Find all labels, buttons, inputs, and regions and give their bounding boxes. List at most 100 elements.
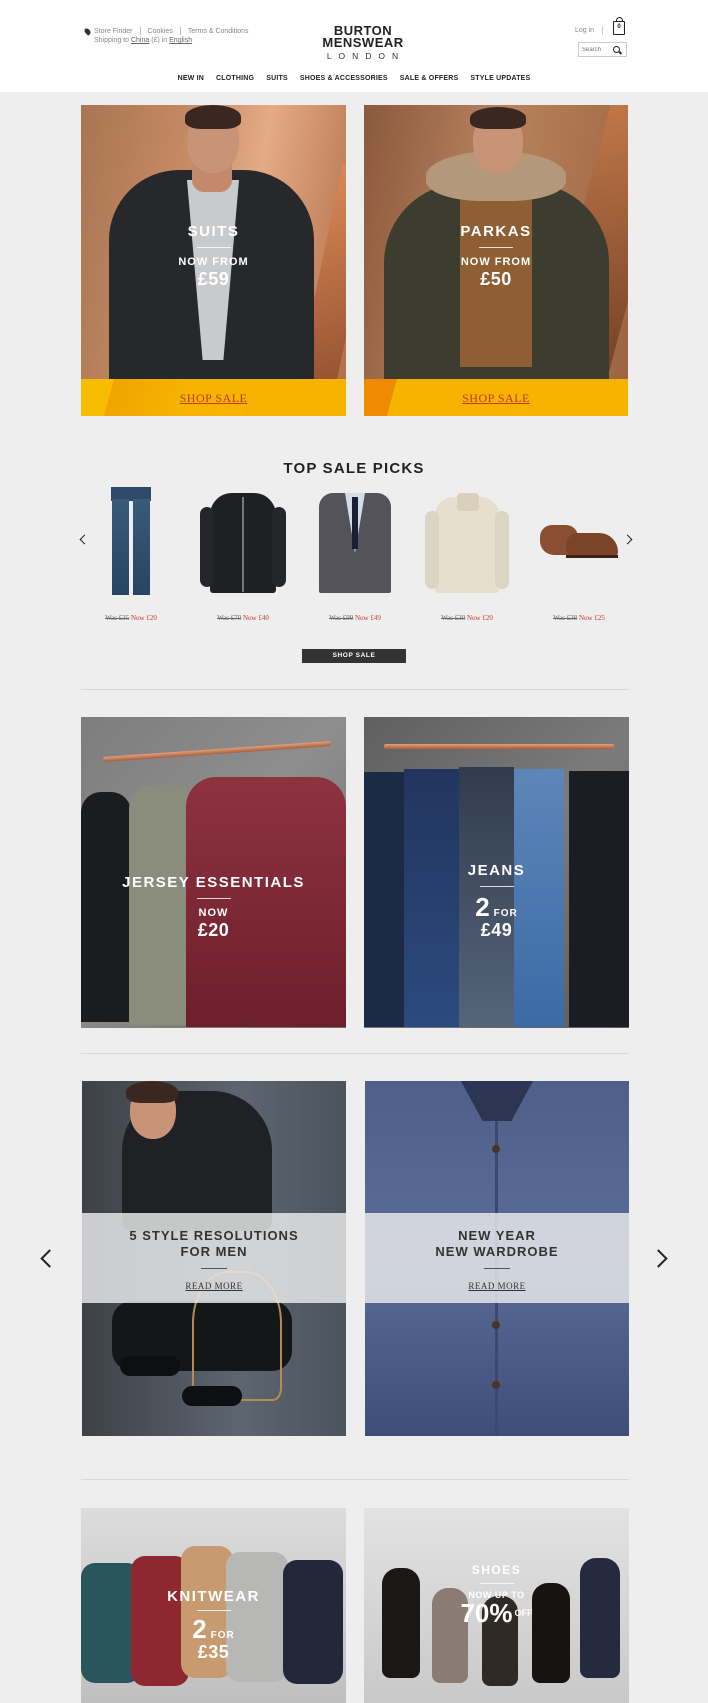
search-box[interactable] bbox=[578, 42, 627, 57]
discount-percent: 70% bbox=[460, 1598, 513, 1628]
was-price: Was £70 bbox=[217, 614, 242, 622]
shop-sale-link[interactable]: SHOP SALE bbox=[180, 391, 248, 405]
product-card[interactable]: Was £38 Now £25 bbox=[529, 485, 629, 625]
multibuy-for: FOR bbox=[210, 1630, 235, 1641]
shop-sale-band: SHOP SALE bbox=[364, 379, 628, 416]
brogue-boots-image bbox=[536, 515, 622, 575]
logo-line-3: LONDON bbox=[326, 51, 406, 61]
shop-sale-link[interactable]: SHOP SALE bbox=[462, 391, 530, 405]
divider bbox=[139, 27, 141, 35]
multibuy-count: 2 bbox=[475, 892, 490, 922]
chevron-left-icon[interactable] bbox=[40, 1249, 59, 1268]
was-price: Was £99 bbox=[329, 614, 354, 622]
article-band: 5 STYLE RESOLUTIONS FOR MEN READ MORE bbox=[82, 1213, 346, 1303]
price-line: Was £99 Now £49 bbox=[305, 614, 405, 622]
promo-now: NOW bbox=[198, 907, 229, 919]
promo-title: JEANS bbox=[467, 862, 526, 879]
divider bbox=[179, 27, 181, 35]
now-price: Now £49 bbox=[355, 614, 381, 622]
product-card[interactable]: Was £35 Now £20 bbox=[81, 485, 181, 625]
main-nav: NEW IN CLOTHING SUITS SHOES & ACCESSORIE… bbox=[0, 75, 708, 82]
nav-clothing[interactable]: CLOTHING bbox=[216, 75, 254, 82]
cookies-link[interactable]: Cookies bbox=[148, 28, 173, 35]
promo-price: £35 bbox=[197, 1642, 230, 1662]
promo-text: JEANS 2 FOR £49 bbox=[364, 862, 629, 941]
hero-text: PARKAS NOW FROM £50 bbox=[364, 223, 628, 290]
promo-tile-shoes[interactable]: SHOES NOW UP TO 70% OFF bbox=[364, 1508, 629, 1703]
hero-price: £50 bbox=[480, 269, 512, 289]
logo-line-2: MENSWEAR bbox=[322, 35, 404, 50]
promo-tile-knitwear[interactable]: KNITWEAR 2 FOR £35 bbox=[81, 1508, 346, 1703]
product-card[interactable]: Was £30 Now £20 bbox=[417, 485, 517, 625]
shipping-country-link[interactable]: China bbox=[131, 37, 149, 44]
now-price: Now £20 bbox=[467, 614, 493, 622]
now-price: Now £40 bbox=[243, 614, 269, 622]
multibuy-for: FOR bbox=[493, 908, 518, 919]
price-line: Was £38 Now £25 bbox=[529, 614, 629, 622]
suit-jacket-image bbox=[315, 489, 395, 595]
product-card[interactable]: Was £99 Now £49 bbox=[305, 485, 405, 625]
nav-shoes-accessories[interactable]: SHOES & ACCESSORIES bbox=[300, 75, 388, 82]
hero-title: PARKAS bbox=[460, 223, 532, 240]
login-link[interactable]: Log in bbox=[575, 27, 594, 34]
utility-links: Store Finder Cookies Terms & Conditions bbox=[83, 26, 249, 36]
multibuy: 2 FOR bbox=[364, 892, 629, 922]
promo-tile-jersey[interactable]: JERSEY ESSENTIALS NOW £20 bbox=[81, 717, 346, 1028]
article-title-line-2: FOR MEN bbox=[180, 1244, 248, 1259]
jeans-image bbox=[111, 487, 151, 595]
price-line: Was £35 Now £20 bbox=[81, 614, 181, 622]
section-divider bbox=[81, 1479, 629, 1480]
promo-title: KNITWEAR bbox=[167, 1588, 260, 1605]
read-more-link[interactable]: READ MORE bbox=[468, 1281, 525, 1291]
search-icon[interactable] bbox=[613, 46, 620, 53]
nav-sale-offers[interactable]: SALE & OFFERS bbox=[400, 75, 459, 82]
article-tile-new-wardrobe[interactable]: NEW YEAR NEW WARDROBE READ MORE bbox=[365, 1081, 629, 1436]
now-price: Now £20 bbox=[131, 614, 157, 622]
promo-price: £20 bbox=[197, 920, 230, 940]
knit-jumper-image bbox=[425, 489, 509, 595]
collar-shape bbox=[461, 1081, 533, 1121]
site-logo[interactable]: BURTON MENSWEAR LONDON bbox=[318, 24, 408, 61]
product-card[interactable]: Was £70 Now £40 bbox=[193, 485, 293, 625]
button-shape bbox=[492, 1145, 500, 1153]
shipping-language-link[interactable]: English bbox=[169, 37, 192, 44]
nav-suits[interactable]: SUITS bbox=[266, 75, 288, 82]
article-title-line-1: 5 STYLE RESOLUTIONS bbox=[129, 1228, 299, 1243]
shopping-bag-icon[interactable]: 0 bbox=[613, 17, 625, 35]
price-line: Was £70 Now £40 bbox=[193, 614, 293, 622]
promo-price: £49 bbox=[480, 920, 513, 940]
store-finder-link[interactable]: Store Finder bbox=[94, 28, 133, 35]
shop-sale-button[interactable]: SHOP SALE bbox=[302, 649, 406, 663]
hero-now-from: NOW FROM bbox=[178, 256, 249, 268]
divider bbox=[479, 886, 514, 887]
hero-tile-parkas[interactable]: PARKAS NOW FROM £50 SHOP SALE bbox=[364, 105, 628, 416]
was-price: Was £38 bbox=[553, 614, 578, 622]
section-divider bbox=[81, 1053, 629, 1054]
nav-new-in[interactable]: NEW IN bbox=[178, 75, 204, 82]
shipping-currency: (£) in bbox=[151, 37, 168, 44]
promo-text: JERSEY ESSENTIALS NOW £20 bbox=[81, 874, 346, 941]
terms-link[interactable]: Terms & Conditions bbox=[188, 28, 249, 35]
promo-tile-jeans[interactable]: JEANS 2 FOR £49 bbox=[364, 717, 629, 1028]
article-tile-style-resolutions[interactable]: 5 STYLE RESOLUTIONS FOR MEN READ MORE bbox=[82, 1081, 346, 1436]
read-more-link[interactable]: READ MORE bbox=[185, 1281, 242, 1291]
hair-shape bbox=[185, 105, 241, 129]
article-title-line-2: NEW WARDROBE bbox=[435, 1244, 559, 1259]
shipping-label: Shipping to bbox=[94, 37, 130, 44]
hero-text: SUITS NOW FROM £59 bbox=[81, 223, 346, 290]
discount-off: OFF bbox=[514, 1608, 533, 1618]
divider bbox=[196, 247, 231, 248]
nav-style-updates[interactable]: STYLE UPDATES bbox=[470, 75, 530, 82]
search-input[interactable] bbox=[582, 45, 612, 54]
now-price: Now £25 bbox=[579, 614, 605, 622]
article-band: NEW YEAR NEW WARDROBE READ MORE bbox=[365, 1213, 629, 1303]
divider bbox=[484, 1268, 510, 1269]
chevron-right-icon[interactable] bbox=[649, 1249, 668, 1268]
divider bbox=[196, 1610, 231, 1611]
promo-title: JERSEY ESSENTIALS bbox=[122, 874, 305, 891]
hero-tile-suits[interactable]: SUITS NOW FROM £59 SHOP SALE bbox=[81, 105, 346, 416]
bomber-jacket-image bbox=[200, 489, 286, 595]
section-divider bbox=[81, 689, 629, 690]
sneaker-shape bbox=[182, 1386, 242, 1406]
top-sale-picks-title: TOP SALE PICKS bbox=[283, 460, 425, 477]
